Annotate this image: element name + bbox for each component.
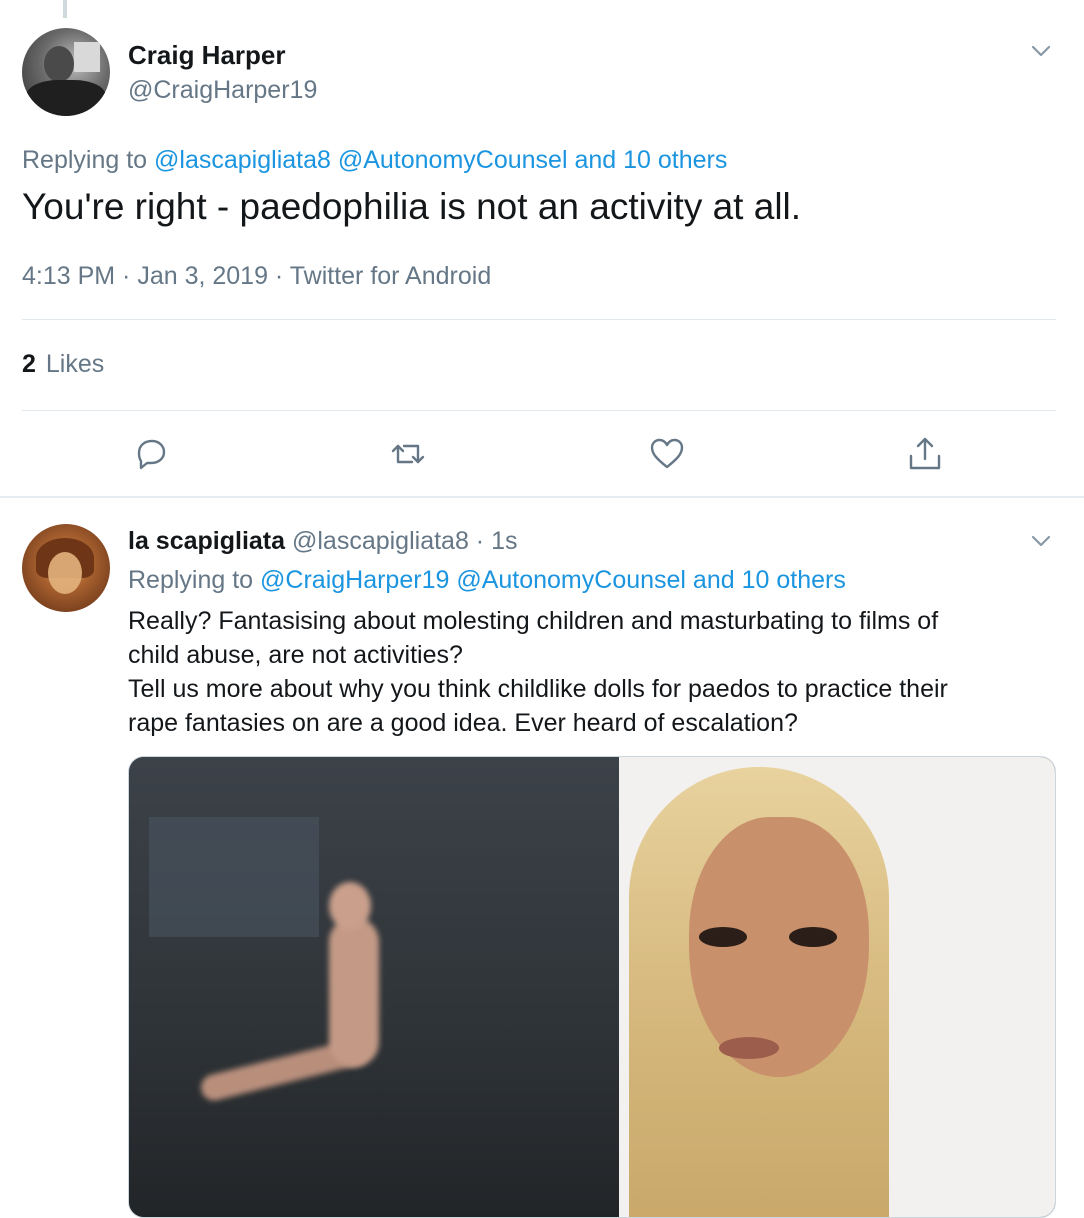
replying-to: Replying to @CraigHarper19 @AutonomyCoun… <box>128 566 846 595</box>
reply-text-line: child abuse, are not activities? <box>128 641 463 669</box>
likes-label: Likes <box>45 350 105 378</box>
chevron-down-icon[interactable] <box>1030 40 1052 62</box>
share-icon[interactable] <box>905 434 945 474</box>
reply-text: Really? Fantasising about molesting chil… <box>128 604 1048 740</box>
reply-author-name[interactable]: la scapigliata <box>128 527 285 555</box>
replying-prefix: Replying to <box>128 566 254 594</box>
replying-mentions-link[interactable]: @lascapigliata8 @AutonomyCounsel and 10 … <box>154 146 727 174</box>
reply-text-line: rape fantasies on are a good idea. Ever … <box>128 709 798 737</box>
likes-stat[interactable]: 2 Likes <box>22 350 104 379</box>
author-handle[interactable]: @CraigHarper19 <box>128 76 317 105</box>
divider <box>22 319 1056 320</box>
chevron-down-icon[interactable] <box>1030 530 1052 552</box>
retweet-icon[interactable] <box>388 434 428 474</box>
media-image[interactable] <box>128 756 1056 1218</box>
avatar[interactable] <box>22 28 110 116</box>
likes-count: 2 <box>22 350 36 378</box>
reply-text-line: Tell us more about why you think childli… <box>128 675 948 703</box>
divider <box>22 410 1056 411</box>
tweet-separator <box>0 496 1084 498</box>
reply-author[interactable]: la scapigliata @lascapigliata8 · 1s <box>128 527 517 556</box>
author-name[interactable]: Craig Harper <box>128 40 286 71</box>
thread-connector-line <box>63 0 67 18</box>
reply-icon[interactable] <box>131 434 171 474</box>
replying-mentions-link[interactable]: @CraigHarper19 @AutonomyCounsel and 10 o… <box>260 566 846 594</box>
replying-prefix: Replying to <box>22 146 148 174</box>
replying-to: Replying to @lascapigliata8 @AutonomyCou… <box>22 146 727 175</box>
like-icon[interactable] <box>647 434 687 474</box>
reply-author-handle[interactable]: @lascapigliata8 · 1s <box>292 527 518 555</box>
reply-text-line: Really? Fantasising about molesting chil… <box>128 607 939 635</box>
avatar[interactable] <box>22 524 110 612</box>
tweet-text: You're right - paedophilia is not an act… <box>22 186 802 227</box>
tweet-meta[interactable]: 4:13 PM · Jan 3, 2019 · Twitter for Andr… <box>22 262 491 291</box>
